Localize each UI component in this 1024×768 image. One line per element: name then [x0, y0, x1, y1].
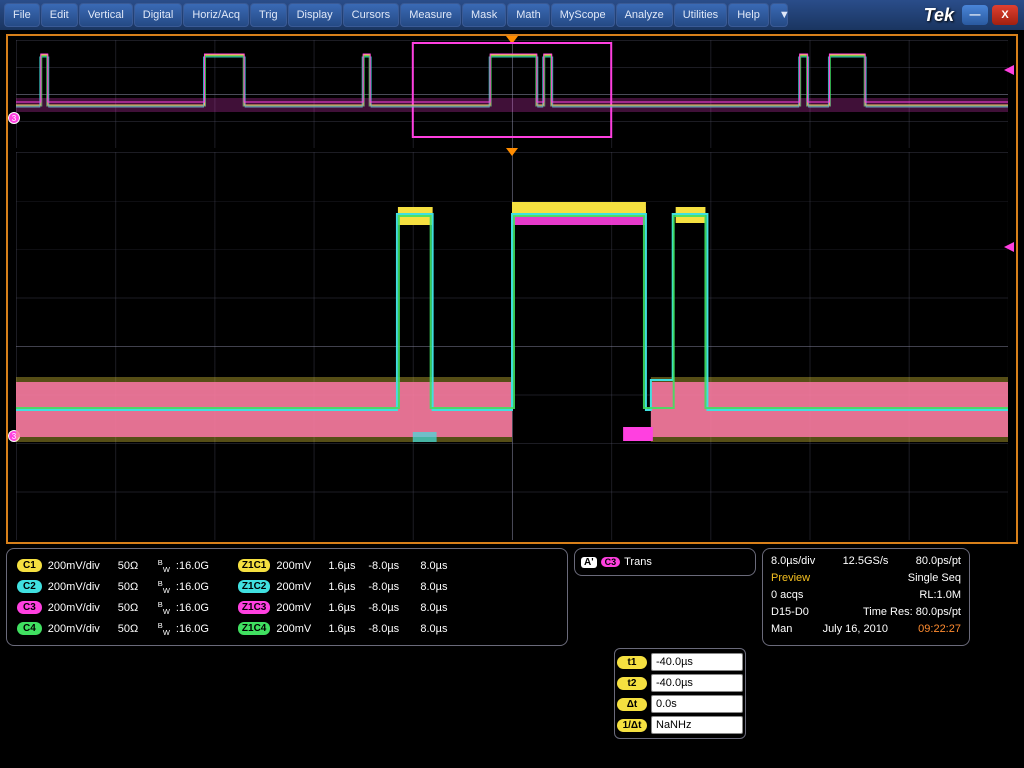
menu-digital[interactable]: Digital — [134, 3, 183, 27]
cursor-t2-value: -40.0µs — [651, 674, 743, 692]
channel-badge: C4 — [17, 622, 42, 635]
window-controls: — X — [962, 5, 1018, 25]
zoom-badge: Z1C1 — [238, 559, 270, 572]
minimize-button[interactable]: — — [962, 5, 988, 25]
acquisition-readout-panel[interactable]: 8.0µs/div12.5GS/s80.0ps/pt PreviewSingle… — [762, 548, 970, 646]
trigger-source-badge: C3 — [601, 557, 621, 567]
close-button[interactable]: X — [992, 5, 1018, 25]
channel-row-c1: C1200mV/div50ΩBW:16.0GZ1C1200mV1.6µs-8.0… — [17, 555, 557, 576]
cursor-t2-label: t2 — [617, 677, 647, 690]
channel-badge: C3 — [17, 601, 42, 614]
menu-edit[interactable]: Edit — [41, 3, 78, 27]
menu-display[interactable]: Display — [288, 3, 342, 27]
channel-badge: C1 — [17, 559, 42, 572]
menu-analyze[interactable]: Analyze — [616, 3, 673, 27]
channel-row-c4: C4200mV/div50ΩBW:16.0GZ1C4200mV1.6µs-8.0… — [17, 618, 557, 639]
trigger-type-label: Trans — [624, 556, 652, 568]
trigger-a-badge: A' — [581, 557, 597, 568]
menu-help[interactable]: Help — [728, 3, 769, 27]
trigger-readout-panel[interactable]: A' C3 Trans — [574, 548, 756, 576]
channel-badge: C2 — [17, 580, 42, 593]
menu-math[interactable]: Math — [507, 3, 549, 27]
menu-mask[interactable]: Mask — [462, 3, 506, 27]
zoom-waveform — [16, 152, 1008, 540]
menu-cursors[interactable]: Cursors — [343, 3, 400, 27]
menu-utilities[interactable]: Utilities — [674, 3, 727, 27]
menu-dropdown-button[interactable]: ▼ — [770, 3, 788, 27]
cursor-idt-label: 1/Δt — [617, 719, 647, 732]
overview-panel: 3 — [16, 40, 1008, 148]
channel-row-c2: C2200mV/div50ΩBW:16.0GZ1C2200mV1.6µs-8.0… — [17, 576, 557, 597]
menu-horizacq[interactable]: Horiz/Acq — [183, 3, 249, 27]
menu-bar: FileEditVerticalDigitalHoriz/AcqTrigDisp… — [0, 0, 1024, 30]
overview-waveform — [16, 40, 1008, 148]
cursor-dt-value: 0.0s — [651, 695, 743, 713]
cursor-dt-label: Δt — [617, 698, 647, 711]
zoom-badge: Z1C2 — [238, 580, 270, 593]
zoom-badge: Z1C4 — [238, 622, 270, 635]
brand-logo: Tek — [924, 5, 954, 26]
menu-measure[interactable]: Measure — [400, 3, 461, 27]
menu-trig[interactable]: Trig — [250, 3, 287, 27]
waveform-display[interactable]: 3 3 — [6, 34, 1018, 544]
menu-myscope[interactable]: MyScope — [551, 3, 615, 27]
readout-area: C1200mV/div50ΩBW:16.0GZ1C1200mV1.6µs-8.0… — [0, 546, 1024, 648]
cursor-t1-value: -40.0µs — [651, 653, 743, 671]
cursor-idt-value: NaNHz — [651, 716, 743, 734]
menu-file[interactable]: File — [4, 3, 40, 27]
channel-readout-panel[interactable]: C1200mV/div50ΩBW:16.0GZ1C1200mV1.6µs-8.0… — [6, 548, 568, 646]
cursor-t1-label: t1 — [617, 656, 647, 669]
cursor-readout-panel[interactable]: t1 -40.0µs t2 -40.0µs Δt 0.0s 1/Δt NaNHz — [614, 648, 746, 739]
menu-vertical[interactable]: Vertical — [79, 3, 133, 27]
zoom-panel: 3 — [16, 152, 1008, 540]
channel-row-c3: C3200mV/div50ΩBW:16.0GZ1C3200mV1.6µs-8.0… — [17, 597, 557, 618]
zoom-badge: Z1C3 — [238, 601, 270, 614]
